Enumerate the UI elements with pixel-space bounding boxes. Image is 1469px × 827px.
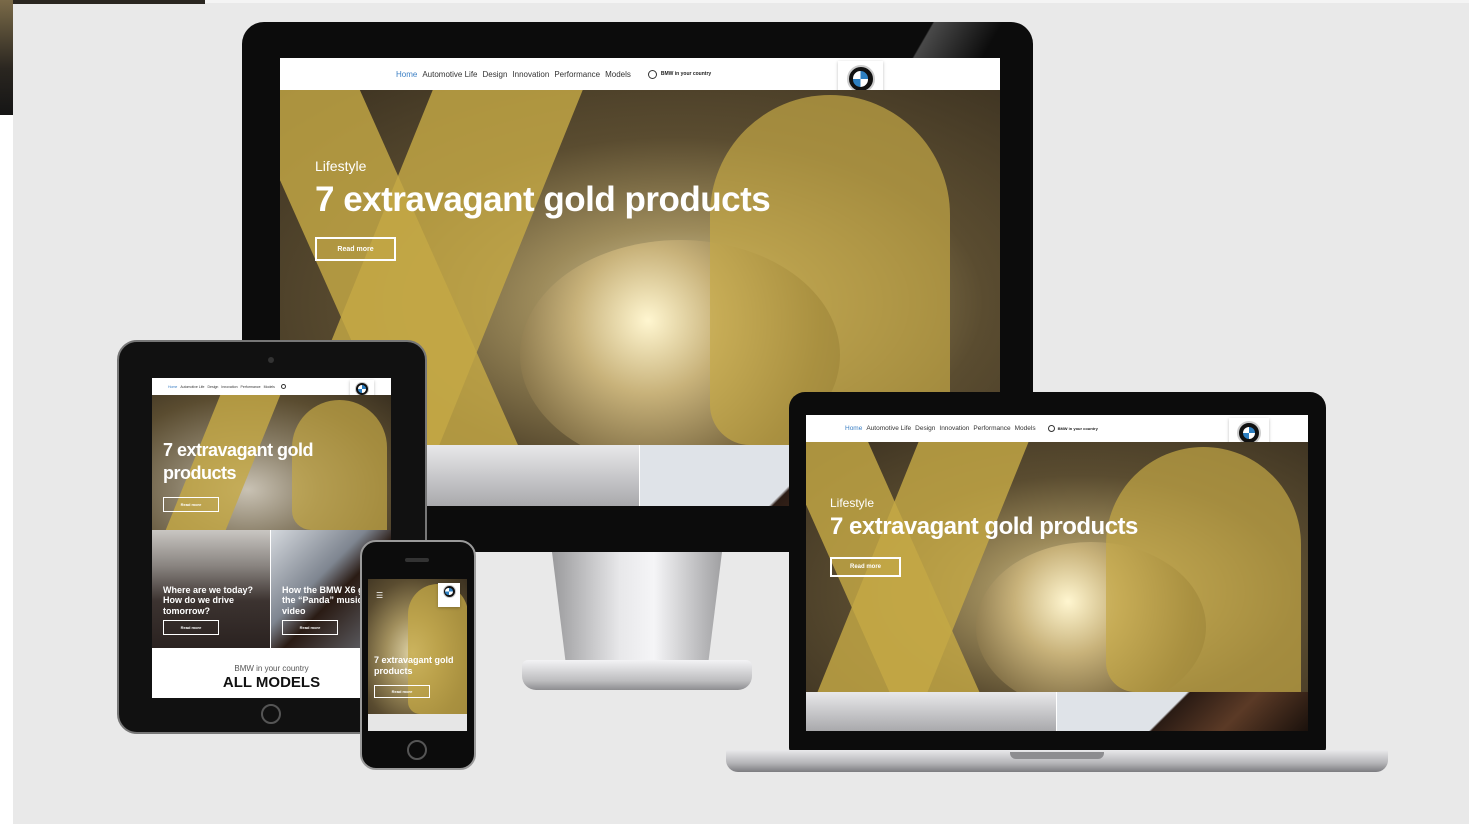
globe-icon [647, 69, 657, 79]
nav-home[interactable]: Home [845, 425, 862, 432]
card-read-more-button[interactable]: Read more [163, 620, 219, 635]
corner-bar [13, 0, 205, 4]
hero-title: 7 extravagant gold products [315, 180, 771, 219]
all-models-section[interactable]: BMW in your country ALL MODELS [152, 648, 391, 698]
hero-banner: 7 extravagant gold products Read more [152, 395, 391, 530]
hero-read-more-button[interactable]: Read more [374, 685, 430, 698]
phone-screen-footer [368, 714, 467, 731]
top-navigation: Home Automotive Life Design Innovation P… [280, 58, 1000, 90]
nav-performance[interactable]: Performance [554, 70, 600, 79]
hero-read-more-button[interactable]: Read more [315, 237, 396, 261]
nav-home[interactable]: Home [396, 70, 417, 79]
hero-read-more-button[interactable]: Read more [163, 497, 219, 512]
nav-automotive-life[interactable]: Automotive Life [422, 70, 477, 79]
nav-automotive-life[interactable]: Automotive Life [180, 385, 204, 389]
nav-innovation[interactable]: Innovation [512, 70, 549, 79]
hero-title: 7 extravagant gold products [163, 440, 314, 484]
monitor-glare [880, 22, 1033, 62]
nav-models[interactable]: Models [605, 70, 631, 79]
monitor-stand-neck [552, 552, 722, 662]
phone-speaker [405, 558, 429, 562]
card-title: Where are we today? How do we drive tomo… [163, 585, 254, 616]
hero-category: Lifestyle [315, 158, 367, 174]
monitor-stand-base [522, 660, 752, 690]
hero-category: Lifestyle [830, 496, 875, 510]
globe-icon[interactable] [280, 384, 286, 389]
bmw-roundel-logo [442, 585, 456, 598]
nav-automotive-life[interactable]: Automotive Life [866, 425, 911, 432]
article-card-left[interactable]: Where are we today? How do we drive tomo… [152, 530, 270, 648]
nav-home[interactable]: Home [168, 385, 177, 389]
models-title: ALL MODELS [222, 674, 321, 691]
globe-icon [1047, 425, 1055, 432]
bmw-logo-box[interactable] [438, 583, 460, 607]
nav-design[interactable]: Design [915, 425, 935, 432]
hero-banner: ☰ 7 extravagant gold products Read more [368, 579, 467, 714]
country-selector[interactable]: BMW in your country [647, 69, 712, 79]
country-label: BMW in your country [1057, 426, 1098, 431]
hero-digit-two [1106, 447, 1301, 692]
nav-models[interactable]: Models [264, 385, 275, 389]
nav-design[interactable]: Design [207, 385, 218, 389]
tablet-screen: Home Automotive Life Design Innovation P… [152, 378, 391, 698]
nav-performance[interactable]: Performance [973, 425, 1010, 432]
tablet-home-button[interactable] [261, 704, 281, 724]
bmw-roundel-logo [355, 382, 369, 396]
bmw-roundel-logo [846, 65, 875, 93]
phone-screen: ☰ 7 extravagant gold products Read more [368, 579, 467, 731]
card-read-more-button[interactable]: Read more [282, 620, 338, 635]
nav-performance[interactable]: Performance [241, 385, 261, 389]
country-selector[interactable]: BMW in your country [1047, 425, 1098, 432]
hero-banner: Lifestyle 7 extravagant gold products Re… [806, 442, 1308, 692]
nav-models[interactable]: Models [1015, 425, 1036, 432]
hero-title: 7 extravagant gold products [374, 655, 454, 677]
models-subtitle: BMW in your country [234, 664, 309, 673]
teaser-image-left [806, 692, 1056, 731]
nav-innovation[interactable]: Innovation [939, 425, 969, 432]
frame-edge-left [0, 115, 13, 827]
frame-edge-top [205, 0, 1469, 3]
phone-home-button[interactable] [407, 740, 427, 760]
nav-innovation[interactable]: Innovation [221, 385, 237, 389]
tablet-camera [268, 357, 274, 363]
hero-read-more-button[interactable]: Read more [830, 557, 901, 577]
hero-title: 7 extravagant gold products [830, 513, 1138, 540]
hamburger-menu-icon[interactable]: ☰ [376, 591, 383, 600]
laptop-notch [1010, 752, 1104, 759]
laptop-screen: Home Automotive Life Design Innovation P… [806, 415, 1308, 731]
nav-design[interactable]: Design [482, 70, 507, 79]
teaser-image-left [426, 445, 639, 506]
teaser-image-right [1057, 692, 1308, 731]
country-label: BMW in your country [660, 71, 712, 77]
corner-thumbnail [0, 0, 13, 115]
